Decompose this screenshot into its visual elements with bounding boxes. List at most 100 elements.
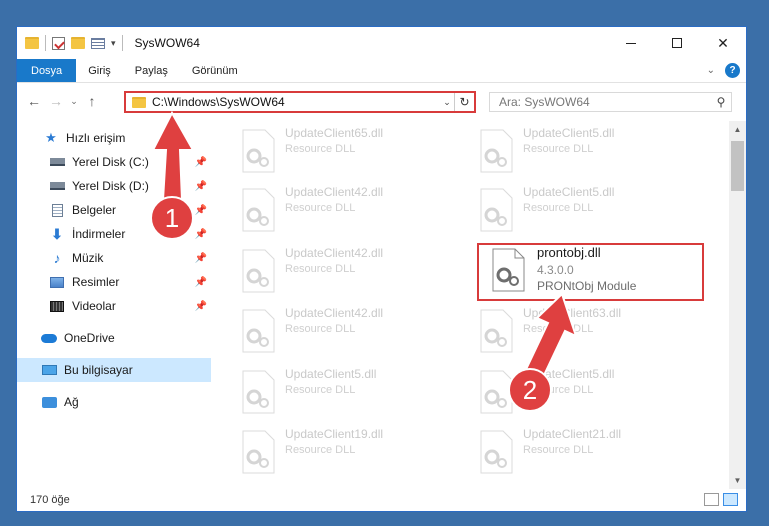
file-description: Resource DLL <box>285 444 356 456</box>
window-title: SysWOW64 <box>134 36 200 50</box>
pin-icon[interactable]: 📌 <box>195 253 207 264</box>
minimize-button[interactable] <box>608 27 654 59</box>
scroll-up-icon[interactable]: ▲ <box>729 121 746 138</box>
dll-file-icon <box>242 188 275 232</box>
pin-icon[interactable]: 📌 <box>195 205 207 216</box>
forward-button[interactable]: → <box>45 93 67 109</box>
file-item[interactable]: UpdateClient42.dll Resource DLL <box>217 303 447 361</box>
dll-file-icon <box>242 129 275 173</box>
explorer-window: ▾ SysWOW64 ✕ Dosya Giriş Paylaş Görünüm … <box>16 26 747 512</box>
nav-label: İndirmeler <box>72 227 126 241</box>
tab-giris[interactable]: Giriş <box>76 59 123 82</box>
details-view-icon[interactable] <box>704 493 719 506</box>
pin-icon[interactable]: 📌 <box>195 181 207 192</box>
close-button[interactable]: ✕ <box>700 27 746 59</box>
back-button[interactable]: ← <box>23 93 45 109</box>
file-item[interactable]: UpdateClient5.dll Resource DLL <box>455 182 685 240</box>
refresh-button[interactable]: ↻ <box>454 93 474 111</box>
status-bar: 170 öğe <box>17 489 746 511</box>
search-icon[interactable]: ⚲ <box>711 95 731 109</box>
picture-icon <box>49 275 65 289</box>
nav-item-local-disk-c[interactable]: Yerel Disk (C:) 📌 <box>17 150 211 174</box>
file-item[interactable]: UpdateClient5.dll Resource DLL <box>455 123 685 181</box>
address-dropdown-icon[interactable]: ⌄ <box>440 97 454 108</box>
file-item[interactable]: UpdateClient42.dll Resource DLL <box>217 243 447 301</box>
cloud-icon <box>41 331 57 345</box>
file-description: Resource DLL <box>523 202 594 214</box>
maximize-icon <box>672 38 682 48</box>
nav-item-pictures[interactable]: Resimler 📌 <box>17 270 211 294</box>
recent-locations-button[interactable]: ⌄ <box>67 96 81 107</box>
customize-toolbar-icon[interactable]: ▾ <box>111 38 116 49</box>
quick-access-toolbar: ▾ <box>17 27 123 59</box>
highlight-box <box>477 243 704 301</box>
file-item[interactable]: UpdateClient42.dll Resource DLL <box>217 182 447 240</box>
search-input[interactable] <box>490 95 711 109</box>
help-icon[interactable]: ? <box>725 63 740 78</box>
title-bar: ▾ SysWOW64 ✕ <box>17 27 746 59</box>
nav-label: Hızlı erişim <box>66 131 126 145</box>
music-note-icon: ♪ <box>53 250 61 266</box>
nav-label: Yerel Disk (D:) <box>72 179 149 193</box>
refresh-icon: ↻ <box>459 95 470 109</box>
tab-paylas[interactable]: Paylaş <box>123 59 180 82</box>
nav-this-pc[interactable]: Bu bilgisayar <box>17 358 211 382</box>
up-button[interactable]: ↑ <box>81 93 103 109</box>
file-item[interactable]: UpdateClient5.dll Resource DLL <box>217 364 447 422</box>
file-item[interactable]: UpdateClient63.dll Resource DLL <box>455 303 685 361</box>
file-description: Resource DLL <box>285 202 356 214</box>
file-description: Resource DLL <box>523 444 594 456</box>
pin-icon[interactable]: 📌 <box>195 229 207 240</box>
scroll-thumb[interactable] <box>731 141 744 191</box>
new-folder-icon[interactable] <box>71 37 85 49</box>
nav-label: Bu bilgisayar <box>64 363 133 377</box>
file-item[interactable]: UpdateClient19.dll Resource DLL <box>217 424 447 482</box>
folder-icon <box>25 37 39 49</box>
tiles-view-icon[interactable] <box>723 493 738 506</box>
vertical-scrollbar[interactable]: ▲ ▼ <box>729 121 746 489</box>
nav-quick-access[interactable]: ★ Hızlı erişim <box>17 126 211 150</box>
file-list: UpdateClient65.dll Resource DLL UpdateCl… <box>217 121 729 489</box>
pin-icon[interactable]: 📌 <box>195 277 207 288</box>
file-name: UpdateClient21.dll <box>523 427 622 441</box>
nav-label: OneDrive <box>64 331 115 345</box>
tab-dosya[interactable]: Dosya <box>17 59 77 82</box>
file-item[interactable]: UpdateClient65.dll Resource DLL <box>217 123 447 181</box>
properties-icon[interactable] <box>52 36 65 50</box>
pin-icon[interactable]: 📌 <box>195 301 207 312</box>
nav-item-local-disk-d[interactable]: Yerel Disk (D:) 📌 <box>17 174 211 198</box>
tab-gorunum[interactable]: Görünüm <box>180 59 250 82</box>
dll-file-icon <box>242 370 275 414</box>
maximize-button[interactable] <box>654 27 700 59</box>
download-icon: ⬇ <box>51 225 63 242</box>
window-controls: ✕ <box>608 27 746 59</box>
file-description: Resource DLL <box>523 323 594 335</box>
file-name: UpdateClient65.dll <box>285 126 384 140</box>
view-options-icon[interactable] <box>91 37 105 49</box>
nav-label: Belgeler <box>72 203 117 217</box>
dll-file-icon <box>242 249 275 293</box>
nav-label: Müzik <box>72 251 104 265</box>
close-icon: ✕ <box>717 34 729 51</box>
scroll-down-icon[interactable]: ▼ <box>729 472 746 489</box>
nav-network[interactable]: Ağ <box>17 390 211 414</box>
drive-icon <box>49 155 65 169</box>
minimize-icon <box>626 42 636 44</box>
file-name: UpdateClient5.dll <box>523 126 615 140</box>
address-bar[interactable]: C:\Windows\SysWOW64 ⌄ ↻ <box>124 91 476 113</box>
expand-ribbon-icon[interactable]: ⌄ <box>707 65 715 76</box>
file-item[interactable]: UpdateClient21.dll Resource DLL <box>455 424 685 482</box>
dll-file-icon <box>242 430 275 474</box>
nav-item-videos[interactable]: Videolar 📌 <box>17 294 211 318</box>
arrow-left-icon: ← <box>27 93 41 109</box>
search-box[interactable]: ⚲ <box>489 92 732 112</box>
address-path[interactable]: C:\Windows\SysWOW64 <box>152 95 440 109</box>
nav-onedrive[interactable]: OneDrive <box>17 326 211 350</box>
file-item[interactable]: UpdateClient5.dll Resource DLL <box>455 364 685 422</box>
file-name: UpdateClient42.dll <box>285 185 384 199</box>
nav-item-music[interactable]: ♪ Müzik 📌 <box>17 246 211 270</box>
folder-icon <box>132 96 146 108</box>
file-name: UpdateClient5.dll <box>285 367 377 381</box>
item-count: 170 öğe <box>30 494 70 506</box>
pin-icon[interactable]: 📌 <box>195 157 207 168</box>
